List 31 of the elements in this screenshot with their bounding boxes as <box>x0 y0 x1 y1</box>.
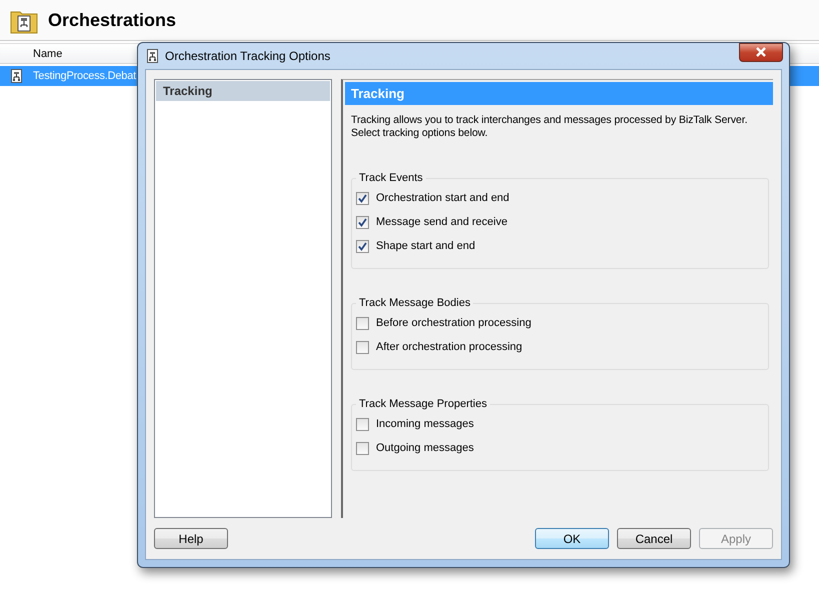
checkbox-label: After orchestration processing <box>376 341 522 353</box>
checkbox-label: Incoming messages <box>376 418 474 430</box>
group-title: Track Message Bodies <box>358 297 472 309</box>
window-title: Orchestration Tracking Options <box>165 49 332 63</box>
checkbox[interactable] <box>356 316 369 330</box>
dialog-button[interactable]: OK <box>535 528 609 549</box>
checkbox[interactable] <box>356 340 369 354</box>
checkbox-label: Before orchestration processing <box>376 317 532 329</box>
checkbox[interactable] <box>356 442 369 454</box>
document-icon <box>10 69 23 83</box>
checkbox[interactable] <box>356 216 369 228</box>
close-button[interactable] <box>739 42 783 62</box>
dialog-button[interactable]: Cancel <box>617 528 691 549</box>
checkbox-label: Shape start and end <box>376 240 476 252</box>
checkbox-label: Outgoing messages <box>376 442 474 454</box>
checkbox[interactable] <box>356 240 369 252</box>
description-text: Tracking allows you to track interchanges and messages processed by BizTalk Server. Select tracking options below. <box>350 113 748 141</box>
checkbox[interactable] <box>356 192 369 204</box>
page-title: Orchestrations <box>48 10 176 30</box>
group-title: Track Events <box>358 172 424 184</box>
row-label: TestingProcess.Debat <box>33 70 136 82</box>
checkbox[interactable] <box>356 418 369 430</box>
column-header[interactable]: Name <box>33 48 62 60</box>
document-icon <box>146 49 159 63</box>
checkbox-label: Message send and receive <box>376 216 508 228</box>
panel-heading: Tracking <box>345 82 773 105</box>
close-icon <box>756 47 766 57</box>
nav-item[interactable]: Tracking <box>156 81 330 101</box>
dialog-button[interactable]: Help <box>154 528 228 549</box>
checkbox-label: Orchestration start and end <box>376 192 510 204</box>
group-title: Track Message Properties <box>358 398 488 410</box>
